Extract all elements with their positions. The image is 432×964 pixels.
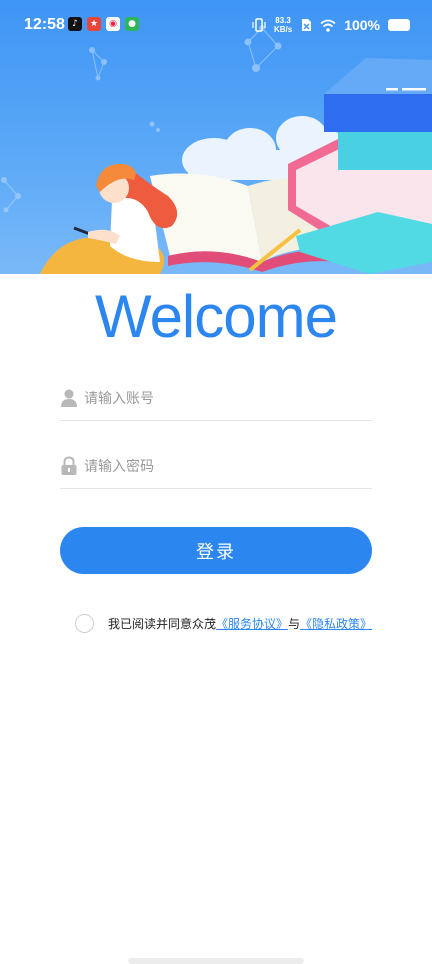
weibo-icon: ◉: [106, 17, 120, 31]
home-indicator[interactable]: [128, 958, 304, 964]
agreement-joiner: 与: [288, 616, 301, 631]
status-indicators: 83.3 KB/s 100%: [252, 16, 410, 34]
password-field: [60, 448, 372, 489]
battery-icon: [388, 19, 410, 31]
no-sim-icon: [302, 19, 312, 31]
service-agreement-link[interactable]: 《服务协议》: [216, 615, 288, 632]
battery-percentage: 100%: [344, 17, 380, 33]
wechat-app-icon: ●: [125, 17, 139, 31]
account-input[interactable]: [84, 386, 364, 412]
user-icon: [61, 389, 77, 407]
tiktok-icon: ♪: [68, 17, 82, 31]
status-bar: 12:58 ♪ ★ ◉ ● 83.3 KB/s 100%: [0, 0, 432, 52]
status-time: 12:58: [24, 16, 65, 33]
password-input[interactable]: [84, 454, 364, 480]
login-button[interactable]: 登录: [60, 527, 372, 574]
news-app-icon: ★: [87, 17, 101, 31]
welcome-title: Welcome: [95, 283, 338, 350]
wifi-icon: [320, 19, 336, 32]
agreement-checkbox[interactable]: [75, 613, 94, 633]
agreement-row: 我已阅读并同意众茂 《服务协议》 与 《隐私政策》: [75, 612, 372, 634]
privacy-policy-link[interactable]: 《隐私政策》: [300, 615, 372, 632]
network-speed: 83.3 KB/s: [273, 16, 293, 34]
lock-icon: [61, 456, 77, 475]
vibrate-icon: [252, 18, 266, 32]
agreement-text: 我已阅读并同意众茂: [108, 616, 217, 631]
account-field: [60, 380, 372, 421]
notification-icons: ♪ ★ ◉ ●: [68, 17, 139, 31]
